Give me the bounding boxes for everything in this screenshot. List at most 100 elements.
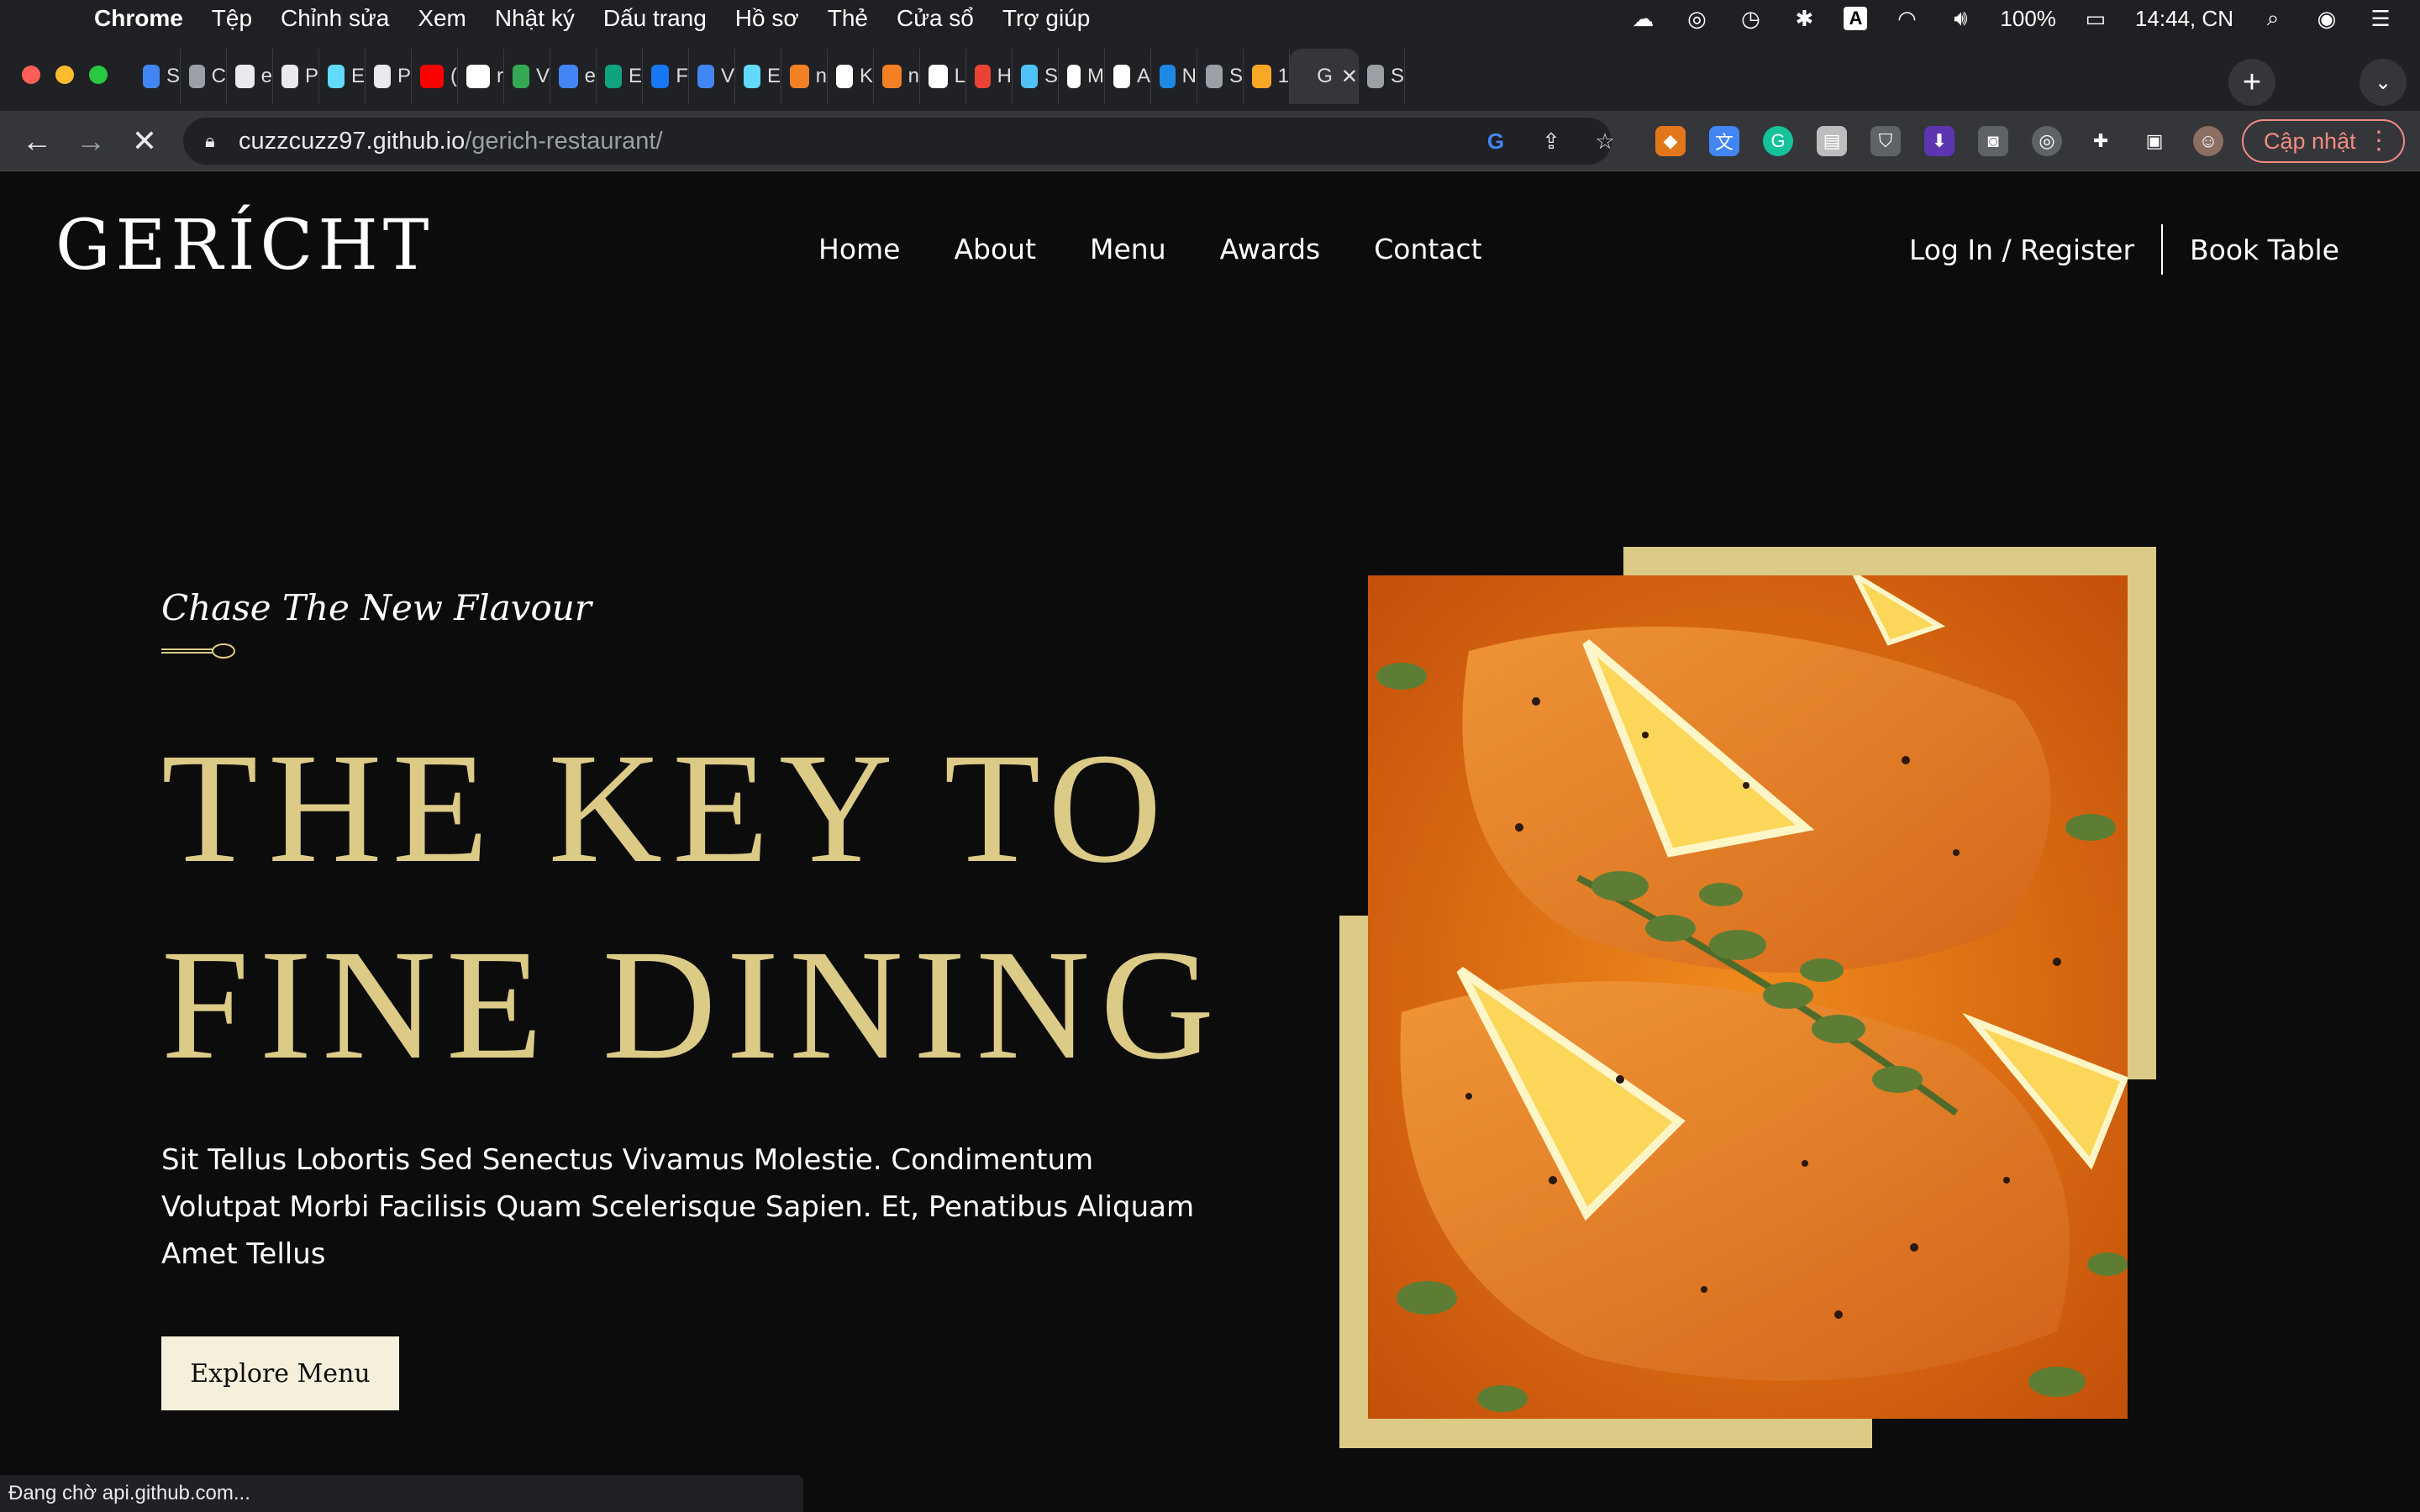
menubar-clock[interactable]: 14:44, CN — [2135, 6, 2233, 32]
book-table-link[interactable]: Book Table — [2190, 234, 2339, 266]
cc-icon[interactable]: ◎ — [1682, 4, 1711, 33]
tab-title: e — [260, 65, 272, 87]
battery-icon[interactable]: ▭ — [2081, 4, 2110, 33]
spotlight-search-icon[interactable]: ⌕ — [2259, 4, 2287, 33]
browser-tab[interactable]: ( — [412, 49, 458, 104]
browser-tab[interactable]: P — [366, 49, 412, 104]
browser-tab[interactable]: r — [458, 49, 504, 104]
close-tab-icon[interactable]: ✕ — [1341, 65, 1358, 89]
nav-link-contact[interactable]: Contact — [1374, 233, 1481, 265]
nav-link-awards[interactable]: Awards — [1220, 233, 1321, 265]
url-host: cuzzcuzz97.github.io — [239, 127, 466, 155]
back-button[interactable]: ← — [15, 119, 59, 163]
browser-tab[interactable]: P — [273, 49, 319, 104]
browser-tab[interactable]: V — [689, 49, 735, 104]
browser-tab[interactable]: N — [1151, 49, 1197, 104]
wifi-icon[interactable]: ◠ — [1892, 4, 1921, 33]
hero-food-image — [1368, 575, 2128, 1419]
control-center-icon[interactable]: ☰ — [2366, 4, 2395, 33]
site-logo[interactable]: GERÍCHT — [55, 206, 434, 286]
browser-tab[interactable]: K — [828, 49, 874, 104]
menu-bookmarks[interactable]: Dấu trang — [603, 5, 707, 32]
siri-icon[interactable]: ◉ — [2312, 4, 2341, 33]
nav-link-home[interactable]: Home — [818, 233, 900, 265]
browser-tab[interactable]: e — [550, 49, 597, 104]
time-machine-icon[interactable]: ◷ — [1736, 4, 1765, 33]
login-register-link[interactable]: Log In / Register — [1909, 234, 2134, 266]
update-chrome-button[interactable]: Cập nhật ⋮ — [2242, 119, 2405, 163]
browser-tab[interactable]: e — [227, 49, 273, 104]
salmon-dish-illustration — [1368, 575, 2128, 1419]
browser-tab[interactable]: E — [735, 49, 781, 104]
target-icon[interactable]: ◎ — [2032, 126, 2062, 156]
menu-view[interactable]: Xem — [418, 5, 466, 32]
browser-tab[interactable]: 1 — [1244, 49, 1290, 104]
bluetooth-icon[interactable]: ✱ — [1790, 4, 1818, 33]
translate-icon[interactable]: 文 — [1709, 126, 1739, 156]
input-source-icon[interactable]: A — [1844, 7, 1868, 30]
browser-tab[interactable]: F — [643, 49, 689, 104]
browser-tab[interactable]: C — [181, 49, 227, 104]
more-menu-icon[interactable]: ⋮ — [2366, 126, 2391, 155]
google-icon[interactable]: G — [1481, 126, 1511, 156]
browser-tab[interactable]: S — [134, 49, 181, 104]
menu-file[interactable]: Tệp — [212, 5, 252, 32]
tab-title: S — [166, 65, 180, 87]
macos-menu-bar: Chrome Tệp Chỉnh sửa Xem Nhật ký Dấu tra… — [0, 0, 2420, 37]
address-url[interactable]: cuzzcuzz97.github.io/gerich-restaurant/ — [239, 128, 663, 155]
browser-toolbar: ← → ✕ 🔒︎ cuzzcuzz97.github.io/gerich-res… — [0, 111, 2420, 171]
browser-tab[interactable]: M — [1059, 49, 1105, 104]
bookmark-star-icon[interactable]: ☆ — [1590, 126, 1620, 156]
browser-tab[interactable]: L — [920, 49, 966, 104]
browser-tab[interactable]: E — [319, 49, 366, 104]
metamask-icon[interactable]: ◆ — [1655, 126, 1686, 156]
menu-window[interactable]: Cửa sổ — [897, 5, 974, 32]
browser-tab[interactable]: G ✕ — [1290, 49, 1359, 104]
nav-link-menu[interactable]: Menu — [1090, 233, 1166, 265]
volume-icon[interactable]: 🔊︎ — [1946, 4, 1975, 33]
stop-loading-button[interactable]: ✕ — [123, 119, 166, 163]
menu-help[interactable]: Trợ giúp — [1002, 5, 1090, 32]
menu-tab[interactable]: Thẻ — [828, 5, 868, 32]
browser-tab[interactable]: S — [1359, 49, 1405, 104]
download-icon[interactable]: ⬇ — [1924, 126, 1954, 156]
facebook-icon — [651, 65, 670, 88]
menu-profile[interactable]: Hồ sơ — [735, 5, 799, 32]
browser-tab[interactable]: A — [1105, 49, 1151, 104]
explore-menu-button[interactable]: Explore Menu — [161, 1336, 399, 1410]
stackoverflow-icon — [790, 65, 809, 88]
new-tab-button[interactable]: + — [2228, 59, 2275, 106]
forward-button[interactable]: → — [69, 119, 113, 163]
zoom-window-button[interactable] — [89, 66, 108, 84]
browser-tab[interactable]: S — [1013, 49, 1059, 104]
tab-title: e — [584, 65, 596, 87]
browser-tab[interactable]: n — [874, 49, 920, 104]
nav-link-about[interactable]: About — [954, 233, 1036, 265]
shield-icon[interactable]: ⛉ — [1870, 126, 1901, 156]
tab-title: S — [1044, 65, 1058, 87]
creative-cloud-icon[interactable]: ☁ — [1628, 4, 1657, 33]
tab-search-chevron-icon[interactable]: ⌄ — [2360, 59, 2407, 106]
menu-history[interactable]: Nhật ký — [495, 5, 575, 32]
readwise-icon[interactable]: ▤ — [1817, 126, 1847, 156]
close-window-button[interactable] — [22, 66, 40, 84]
side-panel-icon[interactable]: ▣ — [2139, 126, 2170, 156]
profile-avatar[interactable]: ☺ — [2193, 126, 2223, 156]
lock-icon[interactable]: 🔒︎ — [205, 130, 224, 152]
browser-tab[interactable]: V — [504, 49, 550, 104]
extensions-puzzle-icon[interactable]: ✚ — [2086, 126, 2116, 156]
tab-title: 1 — [1277, 65, 1289, 87]
address-bar[interactable]: 🔒︎ cuzzcuzz97.github.io/gerich-restauran… — [183, 118, 1615, 165]
minimize-window-button[interactable] — [55, 66, 74, 84]
menu-edit[interactable]: Chỉnh sửa — [281, 5, 389, 32]
menu-app-name[interactable]: Chrome — [94, 5, 183, 32]
browser-tab[interactable]: H — [966, 49, 1013, 104]
share-icon[interactable]: ⇪ — [1536, 126, 1566, 156]
camera-icon[interactable]: ◙ — [1978, 126, 2008, 156]
grammarly-icon[interactable]: G — [1763, 126, 1793, 156]
browser-tab[interactable]: S — [1197, 49, 1244, 104]
tab-title: M — [1087, 65, 1104, 87]
browser-tab[interactable]: n — [781, 49, 828, 104]
browser-tab[interactable]: E — [597, 49, 643, 104]
tab-title: V — [720, 65, 734, 87]
